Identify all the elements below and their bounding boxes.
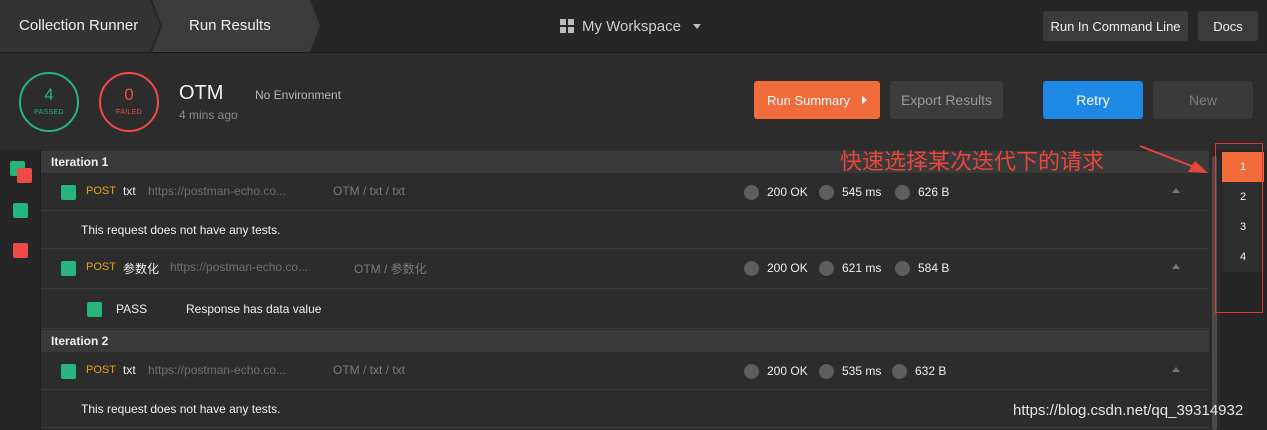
clock-icon [819,363,834,379]
status-icon [744,260,759,276]
chevron-up-icon[interactable] [1172,188,1180,193]
status-code: 200 OK [744,259,808,277]
request-method: POST [86,185,116,197]
pass-status-icon [61,364,76,379]
iteration-header: Iteration 2 [41,330,1209,352]
watermark: https://blog.csdn.net/qq_39314932 [1013,402,1244,419]
request-method: POST [86,364,116,376]
failed-label: FAILED [116,109,142,116]
run-summary-button[interactable]: Run Summary [754,81,880,119]
no-tests-message: This request does not have any tests. [81,402,281,416]
run-summary-label: Run Summary [766,92,851,108]
export-results-button[interactable]: Export Results [890,81,1003,119]
request-name: txt [123,184,136,198]
request-filter-rail [0,150,41,430]
request-tests: PASS Response has data value [41,289,1209,329]
passed-label: PASSED [34,109,64,116]
request-method: POST [86,261,116,273]
size-icon [895,260,910,276]
workspace-selector[interactable]: My Workspace [560,16,701,36]
collection-name: OTM [179,82,224,104]
request-path: OTM / txt / txt [333,184,405,198]
passed-count: 4 [44,85,54,104]
environment-label: No Environment [255,88,342,102]
response-size: 584 B [895,259,949,277]
request-url: https://postman-echo.co... [148,363,287,377]
failed-count: 0 [124,85,134,104]
request-path: OTM / 参数化 [354,262,427,276]
new-button[interactable]: New [1153,81,1253,119]
failed-counter: 0 FAILED [99,72,159,132]
results-list: Iteration 1 POST txt https://postman-ech… [41,150,1209,430]
response-size: 632 B [892,362,946,380]
request-path: OTM / txt / txt [333,363,405,377]
breadcrumb-collection-runner[interactable]: Collection Runner [0,0,160,52]
chevron-up-icon[interactable] [1172,367,1180,372]
request-url: https://postman-echo.co... [170,260,309,274]
clock-icon [819,184,834,200]
test-state: PASS [116,302,148,316]
run-in-command-line-button[interactable]: Run In Command Line [1043,11,1188,41]
annotation-highlight-box [1215,143,1263,313]
status-icon [744,184,759,200]
request-row[interactable]: POST 参数化 https://postman-echo.co... OTM … [41,249,1209,289]
no-tests-message: This request does not have any tests. [81,223,281,237]
passed-counter: 4 PASSED [19,72,79,132]
test-pass-icon [87,302,102,317]
response-size: 626 B [895,183,949,201]
request-tests: This request does not have any tests. [41,211,1209,249]
request-name: txt [123,363,136,377]
failed-filter-icon[interactable] [13,243,28,258]
run-summary-header: 4 PASSED 0 FAILED OTM 4 mins ago No Envi… [0,53,1267,149]
run-time-ago: 4 mins ago [179,108,238,122]
status-code: 200 OK [744,183,808,201]
grid-icon [560,19,574,33]
request-row[interactable]: POST txt https://postman-echo.co... OTM … [41,352,1209,390]
response-time: 621 ms [819,259,881,277]
annotation-arrow-icon [1139,145,1208,173]
retry-button[interactable]: Retry [1043,81,1143,119]
status-icon [744,363,759,379]
docs-button[interactable]: Docs [1198,11,1258,41]
breadcrumb-label: Collection Runner [19,17,139,34]
response-time: 545 ms [819,183,881,201]
passed-filter-icon[interactable] [13,203,28,218]
response-time: 535 ms [819,362,881,380]
annotation-text: 快速选择某次迭代下的请求 [840,150,1105,175]
request-url: https://postman-echo.co... [148,184,287,198]
workspace-label: My Workspace [582,17,681,35]
request-row[interactable]: POST txt https://postman-echo.co... OTM … [41,173,1209,211]
size-icon [892,363,907,379]
top-bar: Collection Runner Run Results My Workspa… [0,0,1267,53]
clock-icon [819,260,834,276]
all-filter-fail-icon [17,168,32,183]
pass-status-icon [61,261,76,276]
size-icon [895,184,910,200]
chevron-down-icon [692,23,701,29]
breadcrumb-run-results[interactable]: Run Results [152,0,320,52]
chevron-right-icon [862,96,868,104]
chevron-up-icon[interactable] [1172,264,1180,269]
pass-status-icon [61,185,76,200]
status-code: 200 OK [744,362,808,380]
request-name: 参数化 [123,262,160,276]
test-name: Response has data value [186,302,322,316]
breadcrumb-label: Run Results [189,17,271,34]
